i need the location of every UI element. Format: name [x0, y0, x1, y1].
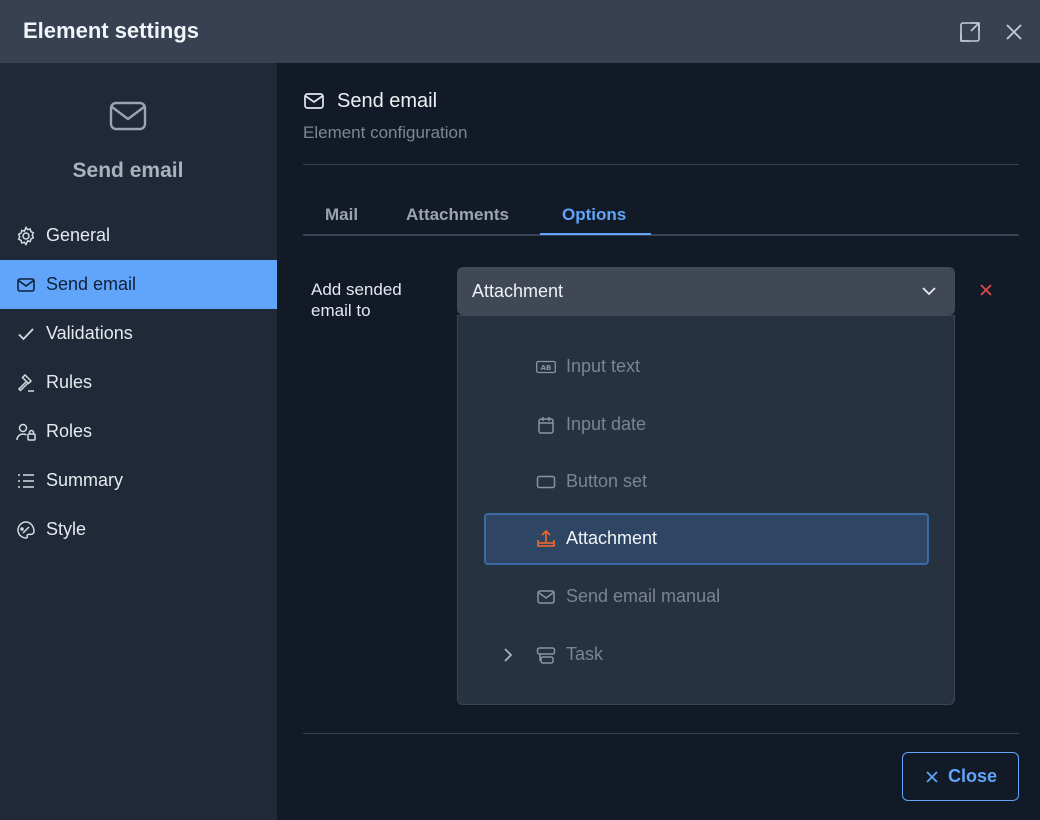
page-subtitle: Element configuration — [303, 123, 468, 142]
close-button-label: Close — [947, 766, 998, 786]
task-icon — [536, 645, 556, 665]
envelope-icon — [16, 275, 36, 295]
sidebar-item-rules[interactable]: Rules — [0, 358, 277, 407]
check-icon — [16, 324, 36, 344]
user-lock-icon — [16, 422, 36, 442]
sidebar-item-label: Roles — [46, 421, 93, 441]
sidebar-item-label: General — [46, 225, 111, 245]
chevron-down-icon — [919, 281, 939, 301]
expand-icon[interactable] — [957, 19, 983, 45]
option-input-text[interactable]: AB Input text — [484, 341, 929, 393]
tab-mail[interactable]: Mail — [325, 205, 358, 225]
svg-text:AB: AB — [541, 364, 552, 372]
main-panel: Send email Element configuration Mail At… — [277, 63, 1040, 820]
dialog-title: Element settings — [23, 18, 200, 43]
field-label: Add sended email to — [311, 280, 402, 320]
palette-icon — [16, 520, 36, 540]
sidebar-item-label: Validations — [46, 323, 133, 343]
select-dropdown: AB Input text Input date Button set Atta… — [457, 315, 955, 705]
button-icon — [536, 472, 556, 492]
envelope-icon — [303, 91, 325, 111]
target-element-select[interactable]: Attachment — [457, 267, 955, 315]
divider — [303, 164, 1019, 165]
envelope-icon — [108, 99, 148, 133]
sidebar-item-label: Summary — [46, 470, 124, 490]
close-button[interactable]: Close — [902, 752, 1019, 801]
sidebar-item-roles[interactable]: Roles — [0, 407, 277, 456]
sidebar-item-general[interactable]: General — [0, 211, 277, 260]
option-task[interactable]: Task — [484, 629, 929, 681]
sidebar-item-label: Send email — [46, 274, 137, 294]
tab-options[interactable]: Options — [562, 205, 626, 225]
option-attachment[interactable]: Attachment — [484, 513, 929, 565]
calendar-icon — [536, 415, 556, 435]
option-send-email-manual[interactable]: Send email manual — [484, 571, 929, 623]
input-text-icon: AB — [536, 357, 556, 377]
active-tab-indicator — [540, 233, 651, 235]
sidebar-item-label: Rules — [46, 372, 93, 392]
select-value: Attachment — [472, 280, 564, 301]
option-input-date[interactable]: Input date — [484, 399, 929, 451]
title-bar: Element settings — [0, 0, 1040, 63]
sidebar-item-send-email[interactable]: Send email — [0, 260, 277, 309]
envelope-icon — [536, 587, 556, 607]
tab-bar: Mail Attachments Options — [303, 193, 1019, 236]
gear-icon — [16, 225, 36, 246]
sidebar-item-style[interactable]: Style — [0, 505, 277, 554]
close-icon[interactable] — [1001, 19, 1027, 45]
sidebar-item-label: Style — [46, 519, 87, 539]
gavel-icon — [16, 373, 36, 393]
sidebar: Send email General Send email Validation… — [0, 63, 277, 820]
option-button-set[interactable]: Button set — [484, 456, 929, 508]
clear-icon[interactable] — [977, 281, 995, 299]
sidebar-item-validations[interactable]: Validations — [0, 309, 277, 358]
sidebar-title: Send email — [72, 159, 184, 182]
page-title: Send email — [337, 90, 438, 112]
upload-icon — [536, 529, 556, 549]
sidebar-item-summary[interactable]: Summary — [0, 456, 277, 505]
chevron-right-icon[interactable] — [498, 645, 518, 665]
close-icon — [924, 769, 940, 785]
list-icon — [16, 471, 36, 491]
tab-attachments[interactable]: Attachments — [406, 205, 509, 225]
footer-divider — [303, 733, 1019, 734]
